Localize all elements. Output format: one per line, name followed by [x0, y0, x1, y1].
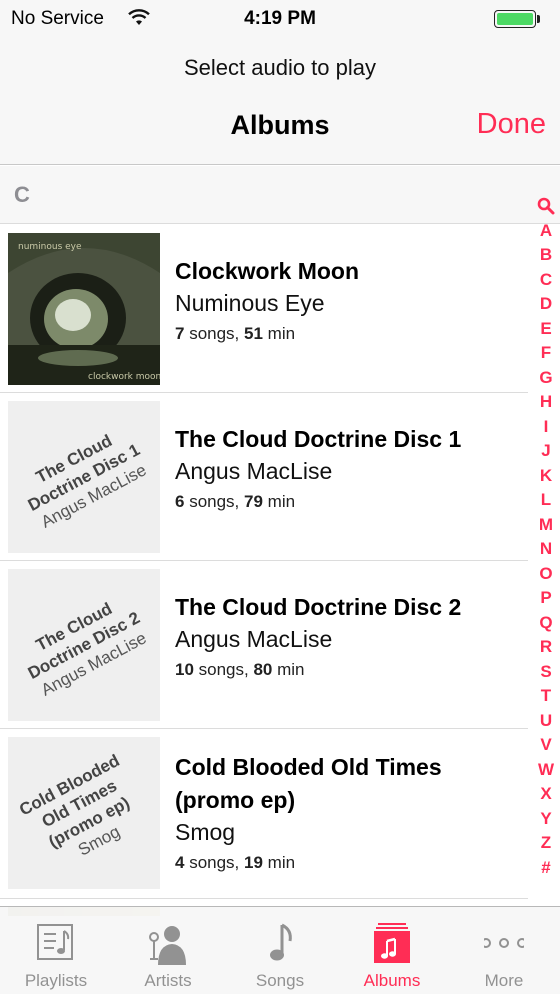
index-letter[interactable]: K: [534, 464, 558, 489]
tab-label: Playlists: [24, 971, 88, 990]
album-artist: Numinous Eye: [175, 290, 325, 316]
album-title-line: Cold Blooded Old Times: [175, 754, 442, 780]
tab-albums[interactable]: Albums: [336, 907, 448, 994]
album-row-cloud-doctrine-1[interactable]: The Cloud Doctrine Disc 1 Angus MacLise …: [0, 393, 528, 561]
index-letter[interactable]: E: [534, 317, 558, 342]
album-artist: Angus MacLise: [175, 458, 333, 484]
section-index[interactable]: A B C D E F G H I J K L M N O P Q R S T U V W X Y Z #: [534, 194, 558, 877]
index-letter[interactable]: P: [534, 586, 558, 611]
battery-icon: [494, 10, 536, 28]
status-bar: No Service 4:19 PM: [0, 0, 560, 40]
section-letter: C: [14, 182, 30, 207]
artists-icon: [149, 926, 186, 965]
albums-icon: [374, 923, 410, 963]
index-letter[interactable]: O: [534, 562, 558, 587]
index-letter[interactable]: M: [534, 513, 558, 538]
index-letter[interactable]: S: [534, 660, 558, 685]
album-artwork-placeholder: The Cloud Doctrine Disc 2 Angus MacLise: [8, 569, 160, 721]
prompt-text: Select audio to play: [183, 55, 377, 80]
index-letter[interactable]: F: [534, 341, 558, 366]
index-letter[interactable]: U: [534, 709, 558, 734]
album-row-cold-blooded[interactable]: Cold Blooded Old Times (promo ep) Smog C…: [0, 729, 528, 899]
album-title-line: (promo ep): [175, 787, 296, 813]
album-title: The Cloud Doctrine Disc 1: [175, 426, 462, 452]
album-title: The Cloud Doctrine Disc 2: [175, 594, 462, 620]
album-row-cloud-doctrine-2[interactable]: The Cloud Doctrine Disc 2 Angus MacLise …: [0, 561, 528, 729]
tab-bar: Playlists Artists Songs Albums More: [0, 906, 560, 994]
album-artist: Angus MacLise: [175, 626, 333, 652]
album-title: Clockwork Moon: [175, 258, 360, 284]
navigation-header: Select audio to play Albums Done: [0, 40, 560, 165]
tab-label: Artists: [144, 971, 192, 990]
index-letter[interactable]: J: [534, 439, 558, 464]
tab-more[interactable]: More: [448, 907, 560, 994]
index-letter[interactable]: X: [534, 782, 558, 807]
svg-text:clockwork moon: clockwork moon: [88, 372, 160, 382]
album-artist: Smog: [175, 819, 236, 845]
index-letter[interactable]: #: [534, 856, 558, 881]
index-letter[interactable]: A: [534, 219, 558, 244]
index-letter[interactable]: H: [534, 390, 558, 415]
done-button[interactable]: Done: [477, 108, 546, 141]
index-letter[interactable]: L: [534, 488, 558, 513]
album-artwork-placeholder: The Cloud Doctrine Disc 1 Angus MacLise: [8, 401, 160, 553]
index-letter[interactable]: G: [534, 366, 558, 391]
index-letter[interactable]: C: [534, 268, 558, 293]
index-letter[interactable]: Q: [534, 611, 558, 636]
battery-tip: [537, 15, 540, 23]
index-letter[interactable]: V: [534, 733, 558, 758]
tab-label: Albums: [363, 971, 421, 990]
album-counts: 7 songs, 51 min: [175, 324, 296, 343]
index-letter[interactable]: Z: [534, 831, 558, 856]
index-letter[interactable]: T: [534, 684, 558, 709]
tab-label: Songs: [255, 971, 305, 990]
index-letter[interactable]: D: [534, 292, 558, 317]
section-header: C: [0, 166, 560, 224]
tab-artists[interactable]: Artists: [112, 907, 224, 994]
tab-songs[interactable]: Songs: [224, 907, 336, 994]
album-counts: 6 songs, 79 min: [175, 492, 296, 511]
index-letter[interactable]: Y: [534, 807, 558, 832]
index-letter[interactable]: N: [534, 537, 558, 562]
tab-playlists[interactable]: Playlists: [0, 907, 112, 994]
index-search-icon[interactable]: [534, 194, 558, 219]
index-letter[interactable]: I: [534, 415, 558, 440]
index-letter[interactable]: W: [534, 758, 558, 783]
tab-label: More: [484, 971, 524, 990]
album-row-clockwork-moon[interactable]: numinous eye clockwork moon Clockwork Mo…: [0, 225, 528, 393]
svg-text:numinous eye: numinous eye: [18, 242, 82, 252]
clock: 4:19 PM: [244, 8, 316, 29]
album-artwork-placeholder: Cold Blooded Old Times (promo ep) Smog: [8, 737, 160, 889]
index-letter[interactable]: R: [534, 635, 558, 660]
album-artwork: numinous eye clockwork moon: [8, 233, 160, 385]
index-letter[interactable]: B: [534, 243, 558, 268]
playlists-icon: [37, 924, 73, 960]
more-icon: [484, 938, 524, 948]
album-counts: 4 songs, 19 min: [175, 853, 296, 872]
songs-icon: [270, 923, 292, 961]
album-counts: 10 songs, 80 min: [175, 660, 305, 679]
album-cover-image: numinous eye clockwork moon: [8, 233, 160, 385]
